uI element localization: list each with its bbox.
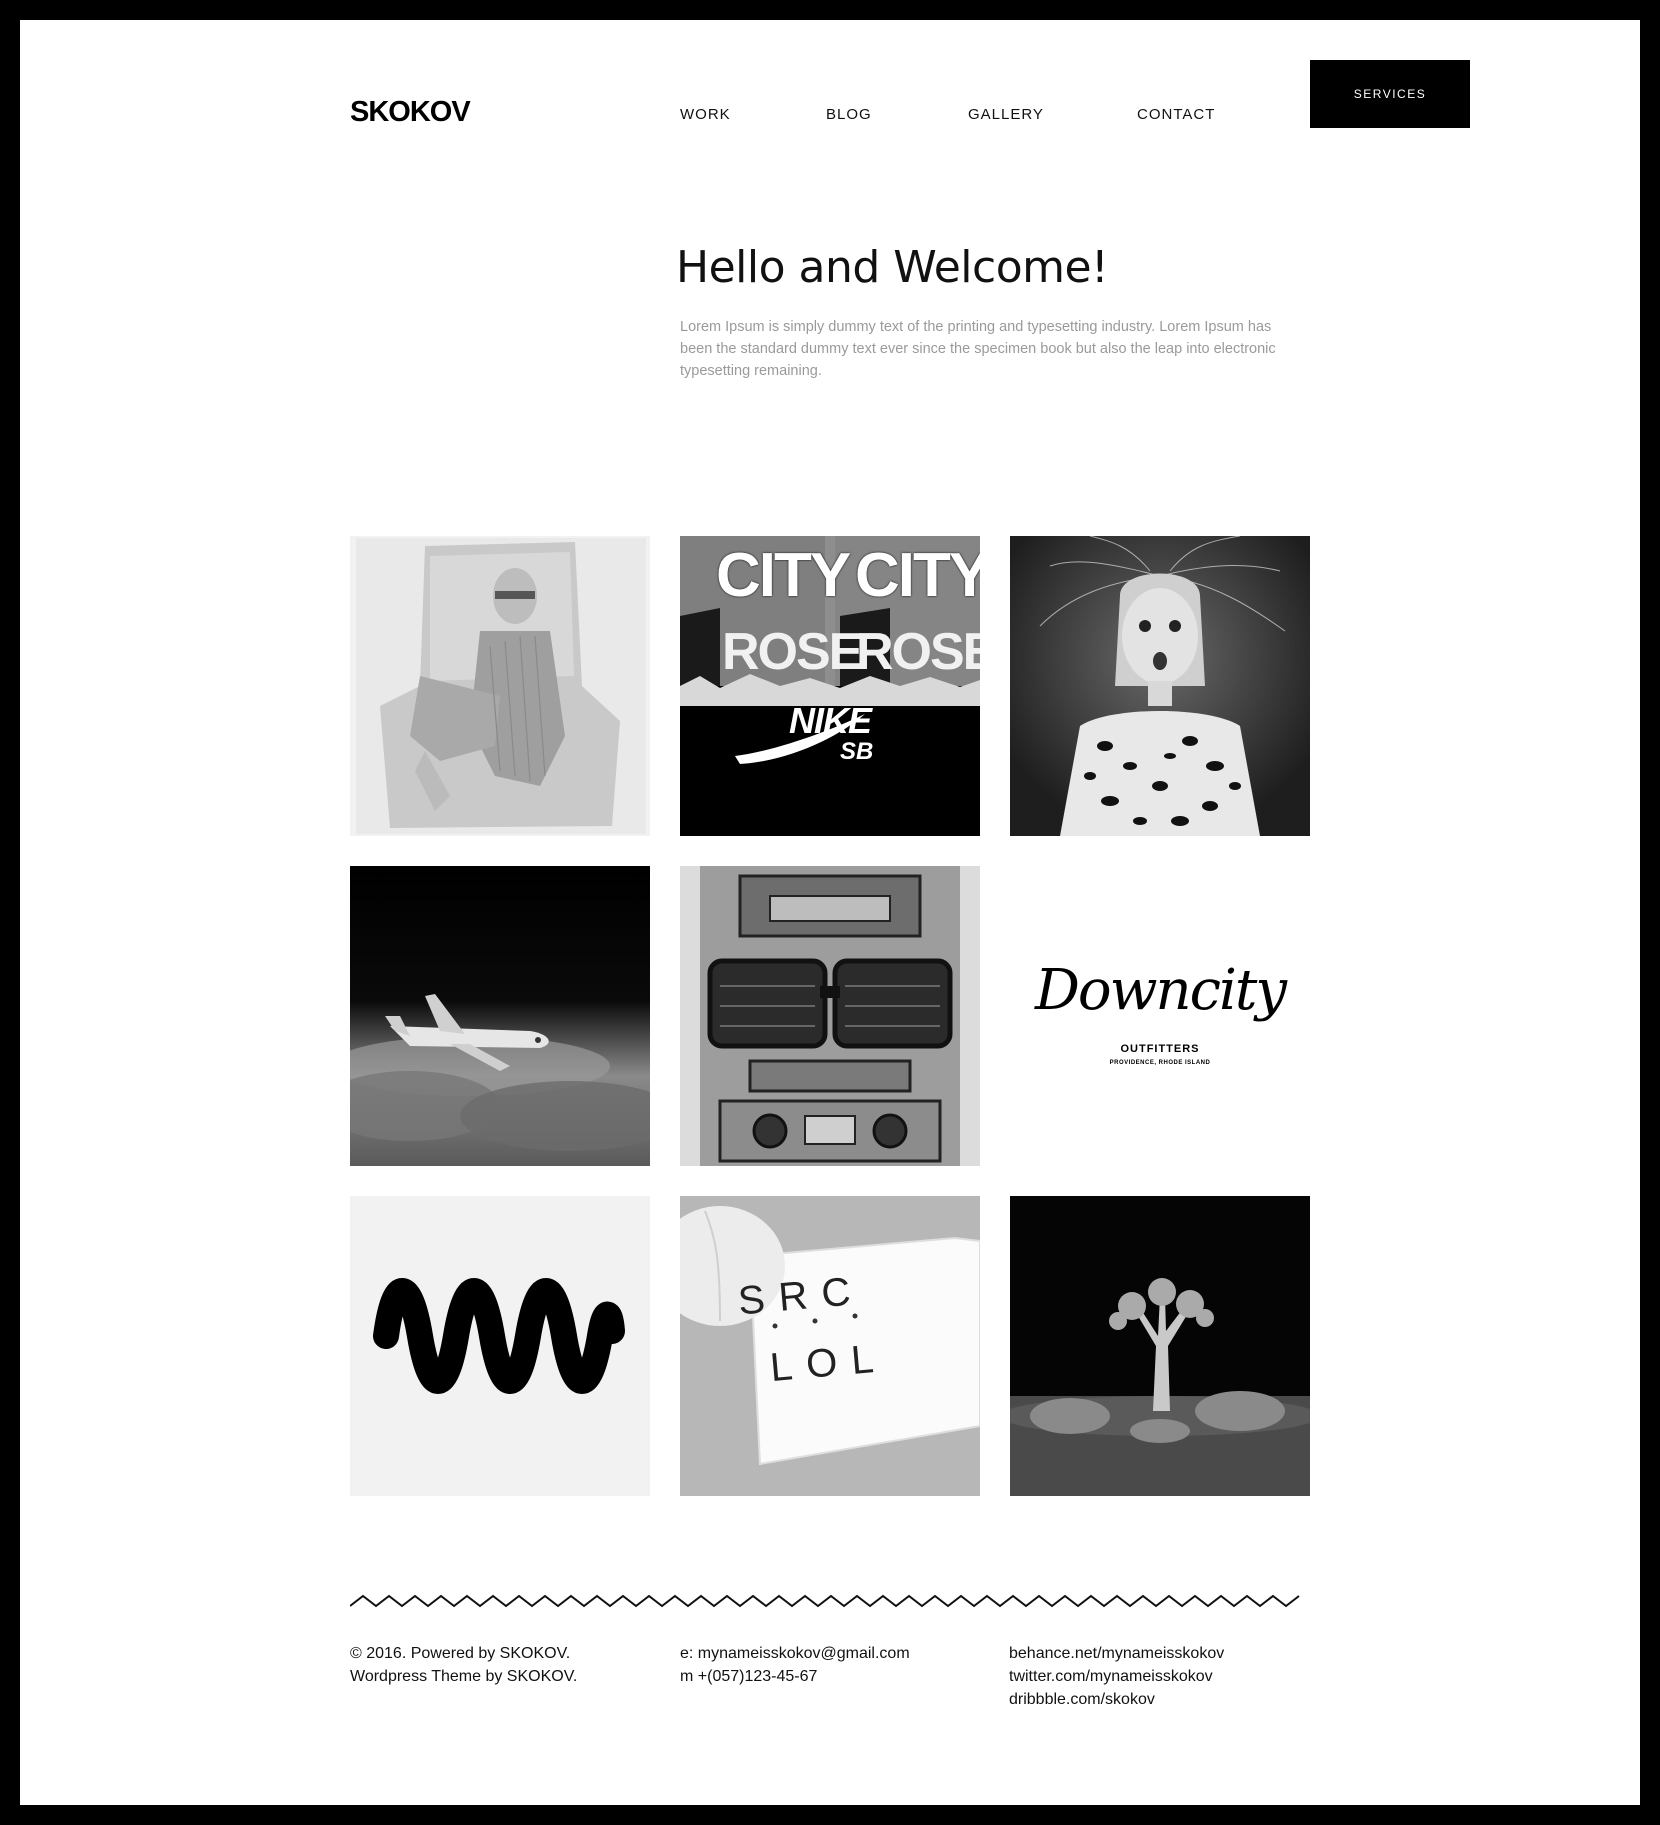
poster-text-rose: ROSE: [722, 623, 863, 681]
gallery-tile-wave[interactable]: [350, 1196, 650, 1496]
email-link[interactable]: e: mynameisskokov@gmail.com: [680, 1642, 910, 1665]
footer-social-links: behance.net/mynameisskokov twitter.com/m…: [1009, 1642, 1224, 1711]
behance-link[interactable]: behance.net/mynameisskokov: [1009, 1642, 1224, 1665]
location-text: PROVIDENCE, RHODE ISLAND: [1109, 1060, 1211, 1066]
sb-logo-text: SB: [840, 738, 874, 765]
phone-number: m +(057)123-45-67: [680, 1668, 818, 1685]
copyright-line: © 2016. Powered by SKOKOV.: [350, 1645, 571, 1662]
hero-description: Lorem Ipsum is simply dummy text of the …: [680, 319, 1276, 379]
portrait-image: [1010, 536, 1310, 836]
nav-item-contact[interactable]: CONTACT: [1137, 106, 1215, 123]
gallery-tile-mousepad[interactable]: SRC LOL: [680, 1196, 980, 1496]
twitter-link[interactable]: twitter.com/mynameisskokov: [1009, 1665, 1224, 1688]
gallery-tile-joshua-tree[interactable]: [1010, 1196, 1310, 1496]
downcity-script-text: Downcity: [1034, 958, 1287, 1023]
zigzag-divider: [350, 1594, 1300, 1608]
outfitters-text: OUTFITTERS: [1120, 1043, 1200, 1055]
footer-copyright: © 2016. Powered by SKOKOV. Wordpress The…: [350, 1642, 577, 1688]
poster-text-rose-2: ROSE: [856, 623, 980, 681]
site-logo[interactable]: SKOKOV: [350, 96, 471, 129]
page-title: Hello and Welcome!: [676, 242, 1109, 293]
nike-logo-text: NIKE: [788, 700, 872, 741]
poster-text-city-2: CITY: [855, 541, 980, 610]
wave-logo-image: [350, 1196, 650, 1496]
footer-contact: e: mynameisskokov@gmail.com m +(057)123-…: [680, 1642, 910, 1688]
illustration-image: [350, 536, 650, 836]
poster-text-city: CITY: [716, 541, 851, 610]
gallery-tile-portrait[interactable]: [1010, 536, 1310, 836]
gallery-tile-nike-sb[interactable]: CITY CITY ROSE ROSE NIKE SB: [680, 536, 980, 836]
plane-image: [350, 866, 650, 1166]
dribbble-link[interactable]: dribbble.com/skokov: [1009, 1688, 1224, 1711]
gallery-tile-illustration[interactable]: [350, 536, 650, 836]
services-button[interactable]: SERVICES: [1310, 60, 1470, 128]
gallery-tile-plane[interactable]: [350, 866, 650, 1166]
theme-credit-line: Wordpress Theme by SKOKOV.: [350, 1668, 578, 1685]
nav-item-gallery[interactable]: GALLERY: [968, 106, 1044, 123]
robot-illustration-image: [680, 866, 980, 1166]
joshua-tree-image: [1010, 1196, 1310, 1496]
nav-item-work[interactable]: WORK: [680, 106, 731, 123]
gallery-tile-downcity[interactable]: Downcity OUTFITTERS PROVIDENCE, RHODE IS…: [1010, 866, 1310, 1166]
page: SKOKOV WORK BLOG GALLERY CONTACT SERVICE…: [20, 20, 1640, 1805]
gallery-tile-robot[interactable]: [680, 866, 980, 1166]
nav-item-blog[interactable]: BLOG: [826, 106, 872, 123]
